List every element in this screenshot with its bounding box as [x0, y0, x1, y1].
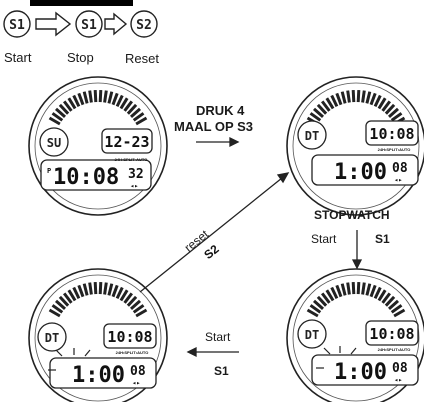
- bottom-display-time: 10:08: [53, 165, 119, 190]
- bottom-display-chime-icon: ◂▸: [132, 379, 140, 387]
- arc-segment: [93, 90, 98, 103]
- top-display-time: 10:08: [369, 125, 414, 143]
- sequence-label-stop: Stop: [67, 50, 94, 65]
- mode-badge-text: DT: [305, 328, 319, 342]
- bottom-display-seconds: 08: [392, 361, 408, 376]
- sequence-label-start: Start: [4, 50, 32, 65]
- bottom-display-time: 1:00: [72, 363, 125, 388]
- bottom-display-time: 1:00: [334, 160, 387, 185]
- arrow-start-left-head: [186, 346, 197, 358]
- reset-button-label: S2: [201, 242, 221, 262]
- press-instruction-line1: DRUK 4: [196, 103, 245, 118]
- start-left-label: Start: [205, 330, 231, 344]
- arc-segment: [346, 90, 351, 103]
- arc-segment: [361, 282, 366, 295]
- watch-bottom-right: DT 10:08 24H•SPLIT•AUTO 1:00 08 ◂▸: [286, 268, 424, 402]
- header-bar: [30, 0, 133, 6]
- bottom-display-seconds: 08: [130, 364, 146, 379]
- arc-segment: [356, 90, 361, 103]
- top-display-time: 10:08: [369, 325, 414, 343]
- arc-segment: [351, 282, 356, 295]
- arrow-press-s3-head: [229, 136, 240, 148]
- sequence-button-3-label: S2: [136, 18, 152, 33]
- bottom-display-chime-icon: ◂▸: [394, 176, 402, 184]
- mode-caption: 24H•SPLIT•AUTO: [378, 147, 411, 152]
- bottom-display-seconds: 08: [392, 161, 408, 176]
- mode-badge-text: DT: [305, 129, 319, 143]
- arc-segment: [356, 282, 361, 295]
- top-display-time: 12-23: [104, 133, 149, 151]
- start-down-button-label: S1: [375, 232, 390, 246]
- sequence-button-1-label: S1: [9, 18, 25, 33]
- bottom-display-chime-icon: ◂▸: [130, 182, 138, 190]
- arc-segment: [103, 90, 108, 103]
- arc-segment: [93, 282, 98, 295]
- stopwatch-label: STOPWATCH: [314, 208, 390, 222]
- bottom-display-chime-icon: ◂▸: [394, 376, 402, 384]
- arrow-start-down-head: [351, 259, 363, 270]
- arc-segment: [98, 90, 103, 103]
- watch-bottom-left: DT 10:08 24H•SPLIT•AUTO 1:00 08 ◂▸: [28, 268, 168, 402]
- top-display-time: 10:08: [107, 328, 152, 346]
- mode-caption: 24H•SPLIT•AUTO: [116, 350, 149, 355]
- start-down-label: Start: [311, 232, 337, 246]
- mode-caption: 24H•SPLIT•AUTO: [378, 347, 411, 352]
- sequence-label-reset: Reset: [125, 51, 159, 66]
- watch-top-left: SU 12-23 P 10:08 32 ◂▸: [28, 76, 168, 216]
- arrow-reset: [139, 177, 283, 293]
- sequence-button-2-label: S1: [81, 18, 97, 33]
- sequence-arrow-1: [35, 11, 72, 37]
- press-instruction-line2: MAAL OP S3: [174, 119, 253, 134]
- mode-badge-text: DT: [45, 331, 59, 345]
- bottom-display-time: 1:00: [334, 360, 387, 385]
- arc-segment: [88, 90, 93, 103]
- arc-segment: [346, 282, 351, 295]
- bottom-display-seconds: 32: [128, 167, 144, 182]
- watch-top-right: DT 10:08 24H•SPLIT•AUTO 1:00 08 ◂▸: [286, 76, 424, 216]
- bottom-display-prefix: P: [47, 167, 51, 175]
- arc-segment: [98, 282, 103, 295]
- mode-caption: 24H•SPLIT•AUTO: [115, 157, 148, 162]
- arc-segment: [88, 282, 93, 295]
- arc-segment: [361, 90, 366, 103]
- start-left-button-label: S1: [214, 364, 229, 378]
- sequence-arrow-2: [104, 12, 128, 36]
- arc-segment: [103, 282, 108, 295]
- arc-segment: [351, 90, 356, 103]
- mode-badge-text: SU: [47, 136, 61, 150]
